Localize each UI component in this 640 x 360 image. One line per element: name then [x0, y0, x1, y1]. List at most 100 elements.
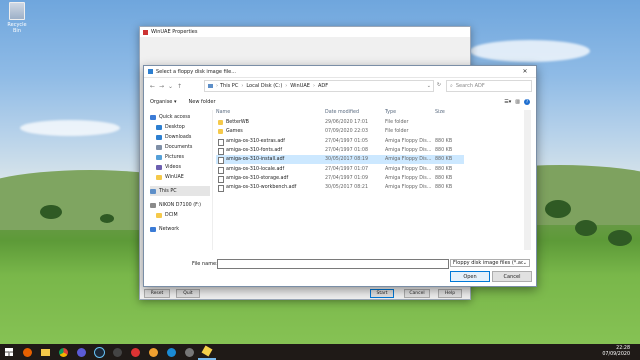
organise-menu[interactable]: Organise ▾ [150, 99, 177, 105]
search-icon: ⌕ [450, 83, 453, 89]
photo-app-icon[interactable] [72, 344, 90, 360]
recent-dropdown-icon[interactable]: ⌄ [166, 82, 175, 91]
breadcrumb-winuae[interactable]: WinUAE [290, 83, 310, 89]
breadcrumb-adf[interactable]: ADF [318, 83, 328, 89]
file-name: amiga-os-310-locale.adf [226, 166, 285, 172]
file-icon [218, 138, 224, 146]
help-icon[interactable]: ? [524, 98, 530, 105]
vertical-scrollbar[interactable] [524, 110, 531, 250]
file-date: 27/04/1997 01:08 [325, 147, 368, 153]
start-menu-icon[interactable] [0, 344, 18, 360]
file-type-filter[interactable]: Floppy disk image files (*.adf;*. ⌄ [450, 259, 530, 267]
breadcrumb-this-pc[interactable]: This PC [220, 83, 238, 89]
preview-pane-icon[interactable]: ▥ [515, 99, 520, 105]
steam-icon[interactable] [90, 344, 108, 360]
up-arrow-icon[interactable]: ↑ [175, 82, 184, 91]
nav-item[interactable]: WinUAE [156, 172, 184, 182]
pc-icon [208, 84, 213, 88]
view-options-icon[interactable]: ☰▾ [504, 99, 511, 105]
column-header-size[interactable]: Size [435, 110, 445, 115]
nav-item[interactable]: Videos [156, 162, 181, 172]
file-icon [218, 166, 224, 174]
address-dropdown-icon[interactable]: ⌄ [427, 83, 431, 89]
open-button[interactable]: Open [450, 271, 490, 282]
file-icon [218, 147, 224, 155]
computer-icon [150, 188, 156, 194]
drive-icon [150, 202, 156, 208]
file-open-dialog: Select a floppy disk image file... ✕ ← →… [143, 65, 537, 287]
file-size: 880 KB [435, 185, 453, 191]
close-icon[interactable]: ✕ [514, 66, 536, 77]
file-type: Amiga Floppy Dis... [385, 175, 432, 181]
file-row[interactable]: amiga-os-310-install.adf 30/05/2017 08:19… [216, 155, 464, 165]
media-player-icon[interactable] [126, 344, 144, 360]
back-arrow-icon[interactable]: ← [148, 82, 157, 91]
dialog-title: Select a floppy disk image file... [156, 68, 236, 75]
file-row[interactable]: amiga-os-310-fonts.adf 27/04/1997 01:08 Am… [216, 146, 464, 155]
winuae-titlebar[interactable]: WinUAE Properties [140, 27, 470, 37]
file-type: Amiga Floppy Dis... [385, 166, 432, 172]
nav-item-label: Documents [165, 144, 193, 150]
file-row[interactable]: amiga-os-310-workbench.adf 30/05/2017 08:… [216, 183, 464, 193]
file-type: Amiga Floppy Dis... [385, 147, 432, 153]
file-icon [218, 157, 224, 165]
settings-app-icon[interactable] [180, 344, 198, 360]
winuae-cancel-button[interactable]: Cancel [404, 289, 430, 298]
file-size: 880 KB [435, 138, 453, 144]
file-date: 07/09/2020 22:03 [325, 129, 368, 135]
file-row[interactable]: amiga-os-310-extras.adf 27/04/1997 01:05 A… [216, 137, 464, 146]
cancel-button[interactable]: Cancel [492, 271, 532, 282]
nav-item[interactable]: Documents [156, 142, 192, 152]
edge-icon[interactable] [162, 344, 180, 360]
folder-icon [156, 174, 162, 180]
nav-item[interactable]: Desktop [156, 122, 185, 132]
file-date: 27/04/1997 01:07 [325, 166, 368, 172]
nav-item[interactable]: Downloads [156, 132, 191, 142]
system-clock[interactable]: 22:28 07/09/2020 [602, 346, 630, 358]
file-icon [218, 185, 224, 193]
refresh-icon[interactable]: ↻ [434, 80, 444, 90]
new-folder-button[interactable]: New folder [189, 99, 216, 105]
address-bar[interactable]: › This PC › Local Disk (C:) › WinUAE › A… [204, 80, 434, 92]
nav-item-label: DCIM [165, 212, 178, 218]
file-name: Games [226, 129, 243, 135]
column-header-name[interactable]: Name [216, 110, 230, 115]
file-icon [218, 175, 224, 183]
dialog-titlebar[interactable]: Select a floppy disk image file... ✕ [144, 66, 536, 78]
file-size: 880 KB [435, 147, 453, 153]
winuae-taskbar-icon[interactable] [198, 344, 216, 360]
nav-item[interactable]: Pictures [156, 152, 184, 162]
navigation-pane: Quick access Desktop Downloads Documents Pic… [144, 110, 213, 250]
camera-app-icon[interactable] [108, 344, 126, 360]
breadcrumb-local-disk[interactable]: Local Disk (C:) [246, 83, 282, 89]
help-button[interactable]: Help [438, 289, 462, 298]
file-type: File folder [385, 120, 409, 125]
nav-item[interactable]: NIKON D7100 (F:) [150, 200, 201, 210]
file-row[interactable]: amiga-os-310-locale.adf 27/04/1997 01:07 A… [216, 165, 464, 174]
file-name-input[interactable] [217, 259, 449, 269]
file-name: amiga-os-310-workbench.adf [226, 185, 297, 191]
file-row[interactable]: amiga-os-310-storage.adf 27/04/1997 01:09… [216, 174, 464, 183]
file-row[interactable]: Games 07/09/2020 22:03 File folder [216, 127, 464, 136]
paint-icon[interactable] [144, 344, 162, 360]
chrome-icon[interactable] [54, 344, 72, 360]
start-button[interactable]: Start [370, 289, 394, 298]
column-header-date[interactable]: Date modified [325, 110, 359, 115]
folder-icon[interactable] [36, 344, 54, 360]
nav-item[interactable]: Network [150, 224, 179, 234]
file-row[interactable]: BetterWB 29/06/2020 17:01 File folder [216, 118, 464, 127]
nav-item[interactable]: Quick access [150, 112, 190, 122]
download-icon [156, 134, 162, 140]
nav-item-label: This PC [159, 188, 177, 194]
forward-arrow-icon[interactable]: → [157, 82, 166, 91]
firefox-icon[interactable] [18, 344, 36, 360]
file-type: Amiga Floppy Dis... [385, 185, 432, 191]
search-placeholder: Search ADF [455, 83, 485, 89]
reset-button[interactable]: Reset [144, 289, 170, 298]
column-header-type[interactable]: Type [385, 110, 396, 115]
quit-button[interactable]: Quit [176, 289, 200, 298]
search-box[interactable]: ⌕ Search ADF [446, 80, 532, 92]
recycle-bin-shortcut[interactable]: Recycle Bin [4, 2, 30, 34]
nav-item[interactable]: DCIM [156, 210, 178, 220]
nav-item[interactable]: This PC [150, 186, 210, 196]
